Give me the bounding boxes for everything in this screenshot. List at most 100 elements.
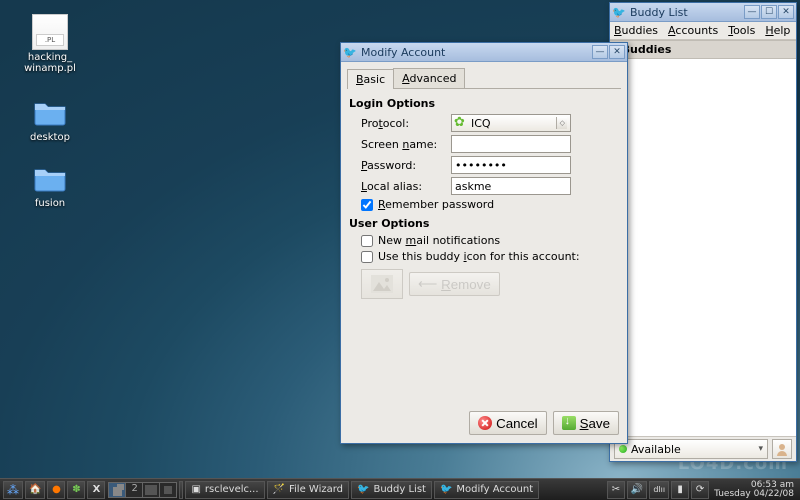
protocol-combo[interactable]: ICQ: [451, 114, 571, 132]
window-title: Modify Account: [361, 46, 591, 59]
perl-file-icon: [32, 14, 68, 50]
firefox-button[interactable]: ●: [47, 481, 65, 499]
pidgin-icon: 🐦: [612, 5, 626, 19]
tray-updates[interactable]: ⟳: [691, 481, 709, 499]
save-button[interactable]: Save: [553, 411, 619, 435]
window-body: Basic Advanced Login Options Protocol: I…: [341, 62, 627, 311]
titlebar[interactable]: 🐦 Buddy List — ☐ ✕: [610, 3, 796, 22]
desktop-icon-folder[interactable]: desktop: [20, 94, 80, 143]
kmenu-button[interactable]: ⁂: [3, 481, 23, 499]
desktop-icon-file[interactable]: hacking_ winamp.pl: [20, 14, 80, 74]
icon-label: hacking_ winamp.pl: [20, 52, 80, 74]
status-available-icon: [619, 445, 627, 453]
task-label: rsclevelc...: [205, 484, 259, 495]
label-screenname: Screen name:: [361, 138, 451, 151]
desktop-pager: 2: [108, 482, 176, 498]
row-buddyicon: Use this buddy icon for this account:: [361, 250, 621, 263]
label-buddyicon: Use this buddy icon for this account:: [378, 250, 580, 263]
separator: [179, 481, 183, 499]
screenname-input[interactable]: [451, 135, 571, 153]
section-login-options: Login Options: [349, 97, 621, 110]
firefox-icon: ●: [52, 484, 61, 495]
tray-volume[interactable]: 🔊: [627, 481, 647, 499]
volume-icon: 🔊: [631, 484, 643, 495]
tab-advanced[interactable]: Advanced: [393, 68, 465, 88]
pager-3[interactable]: [142, 482, 160, 498]
remember-checkbox[interactable]: [361, 199, 373, 211]
tray-battery[interactable]: ▮: [671, 481, 689, 499]
section-user-options: User Options: [349, 217, 621, 230]
save-label: Save: [580, 416, 610, 431]
mailnotif-checkbox[interactable]: [361, 235, 373, 247]
clock-date: Tuesday 04/22/08: [714, 490, 794, 499]
home-button[interactable]: 🏠: [25, 481, 45, 499]
window-title: Buddy List: [630, 6, 743, 19]
task-label: File Wizard: [289, 484, 343, 495]
alias-input[interactable]: [451, 177, 571, 195]
tab-bar: Basic Advanced: [347, 68, 621, 89]
close-button[interactable]: ✕: [778, 5, 794, 19]
buddy-icon-chooser[interactable]: [361, 269, 403, 299]
buddyicon-checkbox[interactable]: [361, 251, 373, 263]
xterm-button[interactable]: X: [87, 481, 105, 499]
status-label: Available: [631, 443, 681, 456]
pidgin-icon: 🐦: [343, 45, 357, 59]
cancel-icon: [478, 416, 492, 430]
app-button[interactable]: ✽: [67, 481, 85, 499]
battery-icon: ▮: [677, 484, 683, 495]
task-konsole[interactable]: ▣ rsclevelc...: [185, 481, 264, 499]
icon-label: fusion: [20, 198, 80, 209]
buddy-list-window: 🐦 Buddy List — ☐ ✕ Buddies Accounts Tool…: [609, 2, 797, 462]
close-button[interactable]: ✕: [609, 45, 625, 59]
menu-help[interactable]: Help: [765, 24, 790, 37]
tray-network[interactable]: dlıı: [649, 481, 669, 499]
minimize-button[interactable]: —: [592, 45, 608, 59]
label-protocol: Protocol:: [361, 117, 451, 130]
pager-4[interactable]: [159, 482, 177, 498]
cancel-button[interactable]: Cancel: [469, 411, 547, 435]
task-label: Buddy List: [373, 484, 425, 495]
minimize-button[interactable]: —: [744, 5, 760, 19]
menu-tools[interactable]: Tools: [728, 24, 755, 37]
protocol-value: ICQ: [471, 117, 491, 130]
task-wizard[interactable]: 🪄 File Wizard: [267, 481, 349, 499]
password-input[interactable]: [451, 156, 571, 174]
task-modifyaccount[interactable]: 🐦 Modify Account: [434, 481, 539, 499]
modify-account-window: 🐦 Modify Account — ✕ Basic Advanced Logi…: [340, 42, 628, 444]
remove-icon-button[interactable]: ⟵ Remove: [409, 272, 500, 296]
network-icon: dlıı: [653, 485, 665, 494]
row-protocol: Protocol: ICQ: [361, 114, 621, 132]
tray-klipper[interactable]: ✂: [607, 481, 625, 499]
status-selector[interactable]: Available: [614, 439, 768, 459]
folder-icon: [32, 160, 68, 196]
menu-accounts[interactable]: Accounts: [668, 24, 718, 37]
clock[interactable]: 06:53 am Tuesday 04/22/08: [710, 481, 798, 499]
row-remember: Remember password: [361, 198, 621, 211]
app-icon: ✽: [72, 484, 80, 495]
taskbar: ⁂ 🏠 ● ✽ X 2 ▣ rsclevelc... 🪄 File Wizard…: [0, 478, 800, 500]
titlebar[interactable]: 🐦 Modify Account — ✕: [341, 43, 627, 62]
row-mailnotif: New mail notifications: [361, 234, 621, 247]
updates-icon: ⟳: [696, 484, 704, 495]
menubar: Buddies Accounts Tools Help: [610, 22, 796, 40]
label-remember: Remember password: [378, 198, 494, 211]
klipper-icon: ✂: [612, 484, 620, 495]
avatar-button[interactable]: [772, 439, 792, 459]
task-buddylist[interactable]: 🐦 Buddy List: [351, 481, 432, 499]
row-alias: Local alias:: [361, 177, 621, 195]
buddy-group-header[interactable]: Buddies: [610, 40, 796, 59]
row-screenname: Screen name:: [361, 135, 621, 153]
maximize-button[interactable]: ☐: [761, 5, 777, 19]
label-password: Password:: [361, 159, 451, 172]
icon-label: desktop: [20, 132, 80, 143]
buddy-icon-area: ⟵ Remove: [361, 269, 621, 299]
label-alias: Local alias:: [361, 180, 451, 193]
pager-2[interactable]: 2: [125, 482, 143, 498]
task-label: Modify Account: [456, 484, 533, 495]
desktop-icon-folder[interactable]: fusion: [20, 160, 80, 209]
pager-1[interactable]: [108, 482, 126, 498]
dialog-buttons: Cancel Save: [469, 411, 619, 435]
tab-basic[interactable]: Basic: [347, 69, 394, 89]
pidgin-icon: 🐦: [440, 484, 452, 495]
menu-buddies[interactable]: Buddies: [614, 24, 658, 37]
